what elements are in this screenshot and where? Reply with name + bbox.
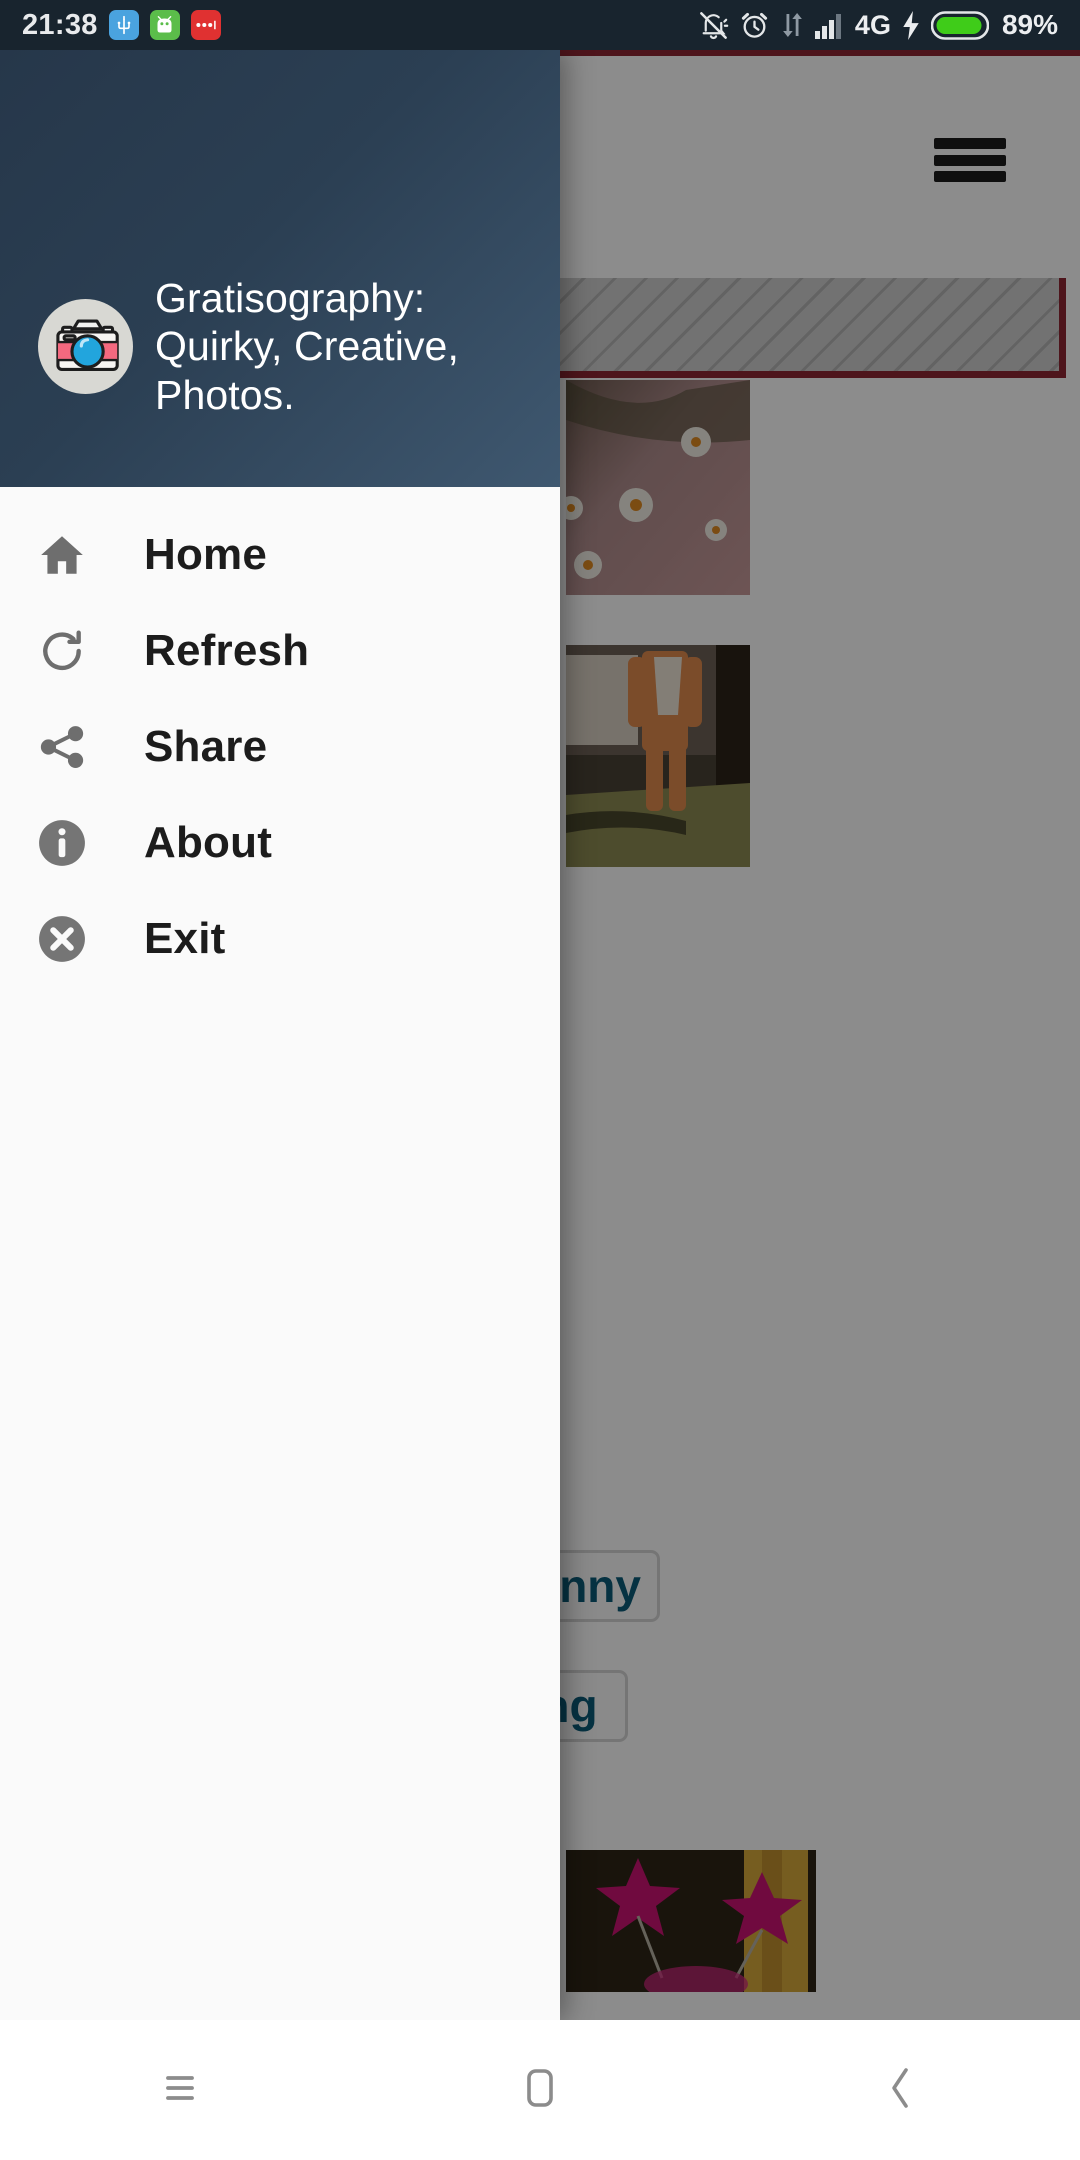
camera-icon (38, 298, 133, 394)
network-type: 4G (854, 9, 891, 40)
usb-icon (108, 10, 139, 40)
home-square-icon (516, 2064, 564, 2117)
more-dots-icon (190, 10, 221, 40)
android-debug-icon (149, 10, 180, 40)
drawer-header: Gratisography: Quirky, Creative, Photos. (0, 50, 560, 487)
charging-bolt-icon (901, 10, 921, 40)
info-circle-icon (34, 815, 90, 871)
menu-item-label: Refresh (144, 626, 310, 675)
signal-bars-icon (814, 12, 845, 39)
recents-icon (156, 2064, 204, 2117)
status-clock: 21:38 (22, 8, 98, 41)
navigation-drawer: Gratisography: Quirky, Creative, Photos.… (0, 50, 560, 2020)
home-button[interactable] (480, 2030, 600, 2150)
menu-item-label: About (144, 818, 273, 867)
bell-off-icon (698, 10, 729, 41)
app-title: Gratisography: Quirky, Creative, Photos. (155, 274, 459, 418)
menu-item-about[interactable]: About (0, 795, 560, 891)
battery-icon (930, 10, 989, 40)
status-bar: 21:38 4G 89% (0, 0, 1080, 50)
drawer-menu-list: Home Refresh Share About Exit (0, 487, 560, 987)
home-icon (34, 527, 90, 583)
menu-item-label: Share (144, 722, 268, 771)
data-transfer-icon (780, 11, 805, 39)
menu-item-label: Exit (144, 914, 226, 963)
menu-item-share[interactable]: Share (0, 699, 560, 795)
share-icon (34, 719, 90, 775)
menu-item-home[interactable]: Home (0, 507, 560, 603)
menu-item-label: Home (144, 530, 268, 579)
alarm-clock-icon (739, 10, 770, 41)
phone-screen: Funny ving (0, 0, 1080, 2160)
refresh-icon (34, 623, 90, 679)
back-button[interactable] (840, 2030, 960, 2150)
battery-percent: 89% (1001, 9, 1058, 40)
menu-item-exit[interactable]: Exit (0, 891, 560, 987)
close-circle-icon (34, 911, 90, 967)
back-chevron-icon (876, 2064, 924, 2117)
menu-item-refresh[interactable]: Refresh (0, 603, 560, 699)
system-nav-bar (0, 2020, 1080, 2160)
recents-button[interactable] (120, 2030, 240, 2150)
